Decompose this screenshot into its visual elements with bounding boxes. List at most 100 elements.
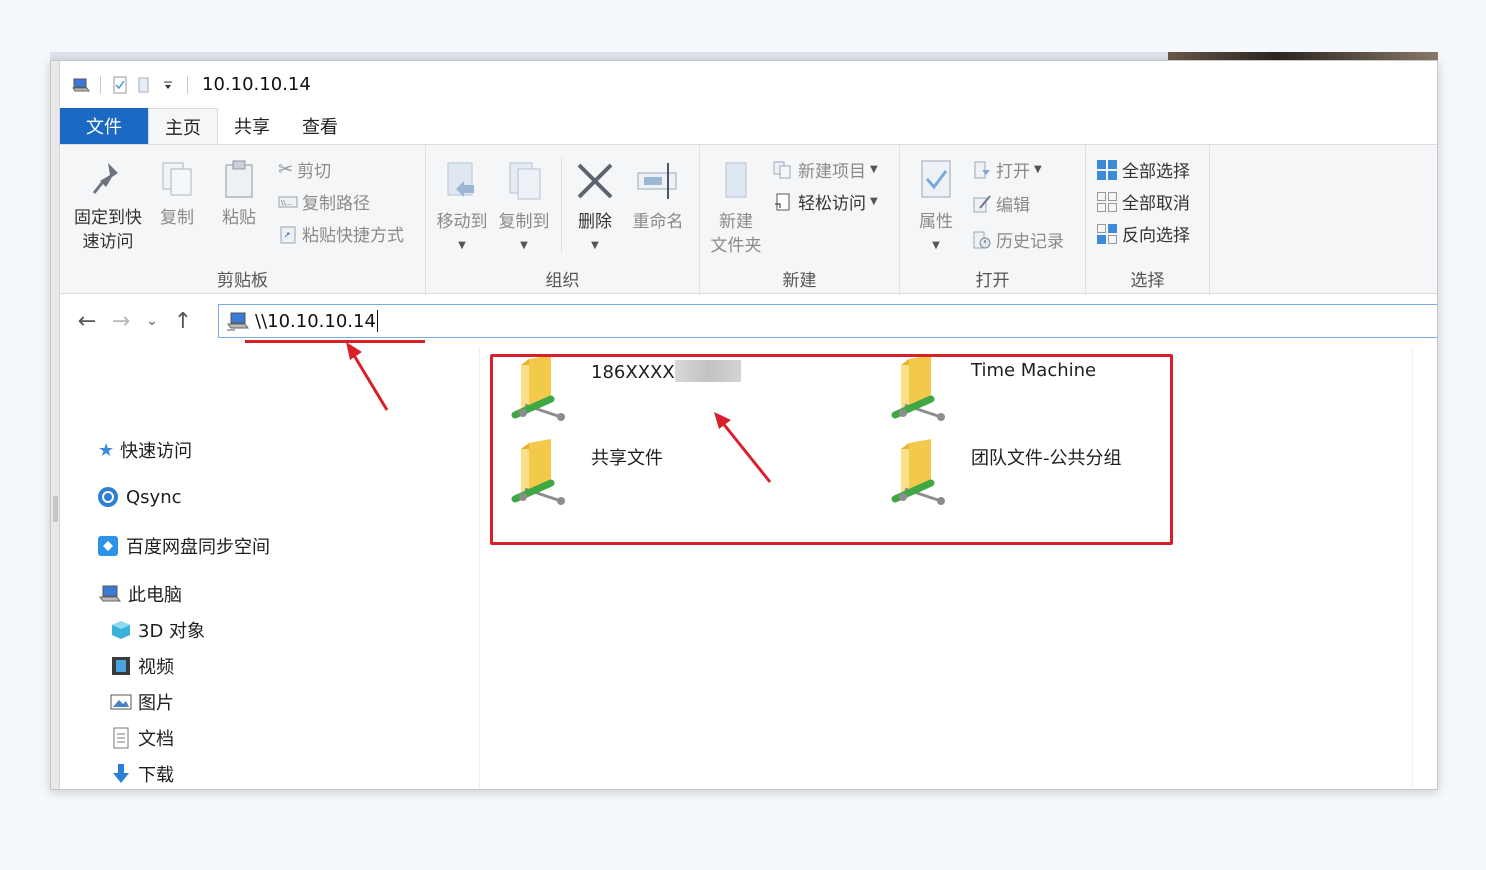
chevron-down-icon: ▼ <box>591 240 599 251</box>
delete-button[interactable]: 删除 ▼ <box>566 159 624 258</box>
document-icon <box>113 727 129 749</box>
paste-shortcut-button[interactable]: 粘贴快捷方式 <box>278 221 404 246</box>
new-folder-icon <box>725 162 747 198</box>
nav-downloads[interactable]: 下载 <box>110 761 174 787</box>
paste-label: 粘贴 <box>222 208 256 228</box>
select-all-button[interactable]: 全部选择 <box>1096 157 1190 182</box>
select-none-label: 全部取消 <box>1122 194 1190 214</box>
open-group: 属性 ▼ 打开 ▼ 编辑 历史记录 打开 <box>900 145 1086 295</box>
new-item-label: 新建项目 <box>798 162 866 182</box>
easy-access-icon <box>775 193 790 210</box>
tab-file[interactable]: 文件 <box>60 108 148 144</box>
edit-button[interactable]: 编辑 <box>972 191 1030 216</box>
nav-label: 图片 <box>138 693 174 714</box>
invert-selection-button[interactable]: 反向选择 <box>1096 221 1190 246</box>
copy-to-label: 复制到 <box>498 212 550 232</box>
title-bar: 10.10.10.14 <box>60 61 1437 108</box>
chevron-down-icon: ▼ <box>870 164 878 175</box>
nav-qsync[interactable]: Qsync <box>96 485 182 509</box>
this-pc-icon <box>99 585 121 602</box>
forward-arrow-icon[interactable]: → <box>104 309 138 334</box>
cut-label: 剪切 <box>297 162 332 182</box>
picture-icon <box>110 694 132 710</box>
select-none-button[interactable]: 全部取消 <box>1096 189 1190 214</box>
nav-label: 百度网盘同步空间 <box>126 537 270 558</box>
pin-icon <box>92 163 118 194</box>
network-computer-icon <box>227 312 249 331</box>
baidu-netdisk-icon <box>98 536 118 556</box>
paste-shortcut-icon <box>280 226 296 243</box>
rename-button[interactable]: 重命名 <box>626 159 690 234</box>
annotation-highlight-box <box>490 354 1173 545</box>
copy-to-button[interactable]: 复制到 ▼ <box>494 159 554 258</box>
address-bar[interactable]: \\10.10.10.14 <box>218 304 1437 338</box>
quick-access-toolbar <box>72 75 192 94</box>
new-folder-icon[interactable] <box>135 76 153 94</box>
open-icon <box>974 161 990 178</box>
select-group-label: 选择 <box>1130 271 1165 291</box>
history-clock-icon <box>973 231 991 248</box>
new-item-icon <box>773 161 791 178</box>
properties-button[interactable]: 属性 ▼ <box>906 159 966 258</box>
paste-button[interactable]: 粘贴 <box>214 159 264 230</box>
tab-share[interactable]: 共享 <box>218 108 286 144</box>
tab-view[interactable]: 查看 <box>286 108 354 144</box>
film-icon <box>112 657 130 675</box>
organize-group-label: 组织 <box>545 271 580 291</box>
download-arrow-icon <box>113 764 129 783</box>
edit-label: 编辑 <box>996 196 1030 216</box>
nav-pictures[interactable]: 图片 <box>110 689 174 715</box>
nav-label: 3D 对象 <box>138 621 206 642</box>
text-cursor <box>376 310 378 332</box>
delete-x-icon <box>577 163 613 199</box>
clipboard-group-label: 剪贴板 <box>217 271 268 291</box>
chevron-down-icon: ▼ <box>520 240 528 251</box>
properties-check-icon[interactable] <box>111 76 129 94</box>
address-input[interactable]: \\10.10.10.14 <box>255 311 376 332</box>
nav-label: 此电脑 <box>128 585 182 606</box>
navigation-pane: ★ 快速访问 Qsync 百度网盘同步空间 此电脑 3D 对象 视频 图片 文档… <box>60 347 480 789</box>
copy-path-button[interactable]: \\... 复制路径 <box>278 189 370 214</box>
organize-group: 移动到 ▼ 复制到 ▼ 删除 ▼ 重命名 组织 <box>426 145 700 295</box>
tab-home[interactable]: 主页 <box>148 108 218 144</box>
nav-quick-access[interactable]: ★ 快速访问 <box>98 437 192 463</box>
properties-label: 属性 <box>919 212 953 232</box>
nav-baidu-sync[interactable]: 百度网盘同步空间 <box>96 533 270 559</box>
copy-icon <box>162 162 192 196</box>
up-arrow-icon[interactable]: ↑ <box>166 309 200 334</box>
rename-label: 重命名 <box>632 212 684 232</box>
select-all-label: 全部选择 <box>1122 162 1190 182</box>
pin-label-1: 固定到快 <box>74 208 142 228</box>
content-divider <box>1412 347 1413 789</box>
nav-this-pc[interactable]: 此电脑 <box>98 581 182 607</box>
new-folder-button[interactable]: 新建 文件夹 <box>704 159 768 258</box>
new-group-label: 新建 <box>782 271 817 291</box>
computer-icon[interactable] <box>72 76 90 94</box>
move-to-label: 移动到 <box>436 212 488 232</box>
open-group-label: 打开 <box>975 271 1010 291</box>
invert-selection-icon <box>1097 223 1117 244</box>
clipboard-icon <box>225 160 253 198</box>
new-group: 新建 文件夹 新建项目 ▼ 轻松访问 ▼ 新建 <box>700 145 900 295</box>
pin-label-2: 速访问 <box>82 232 134 252</box>
resize-grip[interactable] <box>53 496 58 522</box>
cut-button[interactable]: ✂ 剪切 <box>278 157 331 182</box>
nav-label: 下载 <box>138 765 174 786</box>
history-label: 历史记录 <box>996 232 1064 252</box>
back-arrow-icon[interactable]: ← <box>70 309 104 334</box>
new-item-button[interactable]: 新建项目 ▼ <box>772 157 878 182</box>
move-to-icon <box>447 162 474 197</box>
open-button[interactable]: 打开 ▼ <box>972 157 1042 182</box>
recent-locations-chevron-icon[interactable]: ⌄ <box>138 313 166 329</box>
nav-documents[interactable]: 文档 <box>110 725 174 751</box>
copy-button[interactable]: 复制 <box>152 159 202 230</box>
history-button[interactable]: 历史记录 <box>972 227 1064 252</box>
pin-quick-access-button[interactable]: 固定到快 速访问 <box>68 159 148 254</box>
cube-3d-icon <box>112 621 130 639</box>
nav-3d-objects[interactable]: 3D 对象 <box>110 617 205 643</box>
chevron-down-icon[interactable] <box>159 76 177 94</box>
ribbon-separator <box>561 157 562 253</box>
move-to-button[interactable]: 移动到 ▼ <box>432 159 492 258</box>
easy-access-button[interactable]: 轻松访问 ▼ <box>772 189 878 214</box>
nav-videos[interactable]: 视频 <box>110 653 174 679</box>
